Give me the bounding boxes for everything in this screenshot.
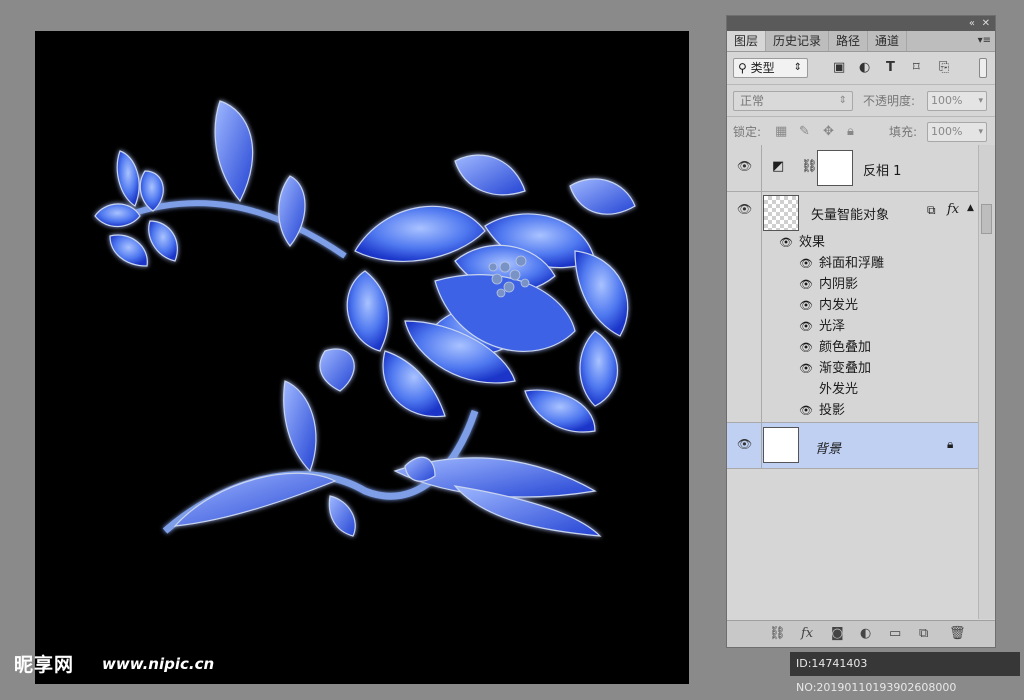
effects-label: 效果 [799,235,826,250]
lock-label: 锁定: [733,125,762,139]
shape-filter-icon[interactable]: ⌑ [913,60,920,76]
layers-list: 👁︎ ◩ ⛓︎ 反相 1 👁︎ 矢量智能对象 ⧉ fx ▲ 👁︎ 效果 👁︎ 斜面和… [727,145,979,619]
layer-name[interactable]: 矢量智能对象 [811,204,889,223]
effect-outer-glow[interactable]: 外发光 [799,379,858,400]
layer-row-background[interactable]: 👁︎ 背景 🔒︎ [727,423,979,469]
link-layers-icon[interactable]: ⛓︎ [769,625,786,643]
effect-name: 外发光 [819,382,859,397]
fx-icon[interactable]: fx [947,202,959,217]
filter-kind-label: 类型 [750,61,775,75]
updown-icon: ⇕ [838,95,847,106]
tab-channels[interactable]: 通道 [868,31,908,51]
effect-color-overlay[interactable]: 👁︎ 颜色叠加 [799,337,871,358]
eye-icon[interactable]: 👁︎ [799,337,819,358]
watermark-url: www.nipic.cn [102,655,215,673]
lock-position-icon[interactable]: ✥ [823,123,834,141]
effect-name: 投影 [819,403,846,418]
layer-name[interactable]: 背景 [815,438,841,457]
updown-icon: ⇕ [793,62,802,73]
adjustment-filter-icon[interactable]: ◐ [859,60,870,76]
link-icon[interactable]: ⛓︎ [801,159,818,174]
opacity-label: 不透明度: [863,94,916,108]
new-layer-icon[interactable]: ⧉ [919,625,928,643]
tab-history[interactable]: 历史记录 [766,31,830,51]
effect-name: 光泽 [819,319,846,334]
lock-paint-icon[interactable]: ✎ [799,123,810,141]
scroll-thumb[interactable] [981,204,992,234]
new-group-icon[interactable]: ▭ [889,625,901,643]
effect-inner-glow[interactable]: 👁︎ 内发光 [799,295,858,316]
smart-object-filter-icon[interactable]: ⎘ [939,60,949,76]
layers-scrollbar[interactable] [978,145,995,619]
layers-panel: « ✕ 图层 历史记录 路径 通道 ▾≡ ⚲ 类型 ⇕ ▣ ◐ T ⌑ ⎘ 正常… [726,15,996,648]
effect-bevel-emboss[interactable]: 👁︎ 斜面和浮雕 [799,253,884,274]
eye-icon[interactable]: 👁︎ [779,232,799,253]
chevron-down-icon: ▾ [978,127,983,137]
layer-filter-row: ⚲ 类型 ⇕ ▣ ◐ T ⌑ ⎘ [727,52,995,85]
effect-name: 颜色叠加 [819,340,872,355]
eye-icon[interactable]: 👁︎ [799,316,819,337]
effect-gradient-overlay[interactable]: 👁︎ 渐变叠加 [799,358,871,379]
collapse-up-icon[interactable]: ▲ [967,203,974,213]
watermark-logo: 昵享网 [14,654,75,676]
fill-label: 填充: [889,125,918,139]
effect-drop-shadow[interactable]: 👁︎ 投影 [799,400,845,421]
blend-row: 正常 ⇕ 不透明度: 100% ▾ [727,85,995,117]
eye-icon[interactable]: 👁︎ [799,295,819,316]
lock-all-icon[interactable]: 🔒︎ [847,123,854,141]
add-style-icon[interactable]: fx [801,625,813,643]
eye-icon[interactable]: 👁︎ [799,400,819,421]
fill-field[interactable]: 100% ▾ [927,122,987,142]
background-thumbnail[interactable] [763,427,799,463]
image-filter-icon[interactable]: ▣ [833,60,845,76]
document-canvas[interactable] [35,31,689,684]
eye-icon[interactable]: 👁︎ [737,437,752,451]
panel-title-bar[interactable]: « ✕ [727,16,995,31]
close-icon[interactable]: ✕ [982,16,990,31]
layer-row-smart-object[interactable]: 👁︎ 矢量智能对象 ⧉ fx ▲ 👁︎ 效果 👁︎ 斜面和浮雕 👁︎ 内阴影 👁︎ 内发… [727,192,979,423]
adjustment-layer-icon: ◩ [772,159,785,174]
opacity-value: 100% [931,94,963,107]
eye-icon[interactable]: 👁︎ [737,202,752,216]
clone-icon: ⧉ [927,203,936,217]
eye-icon[interactable]: 👁︎ [737,159,752,173]
layer-name[interactable]: 反相 1 [863,160,901,179]
opacity-field[interactable]: 100% ▾ [927,91,987,111]
tab-paths[interactable]: 路径 [829,31,869,51]
flower-artwork [94,100,636,537]
blend-mode-select[interactable]: 正常 ⇕ [733,91,853,111]
layer-mask-thumbnail[interactable] [817,150,853,186]
collapse-icon[interactable]: « [969,16,975,31]
eye-icon[interactable]: 👁︎ [799,358,819,379]
type-filter-icon[interactable]: T [886,60,895,76]
filter-toggle[interactable] [979,58,987,78]
effect-name: 内阴影 [819,277,859,292]
lock-icon: 🔒︎ [947,437,954,451]
delete-layer-icon[interactable]: 🗑︎ [949,625,966,643]
lock-row: 锁定: ▦ ✎ ✥ 🔒︎ 填充: 100% ▾ [727,117,995,148]
eye-icon[interactable]: 👁︎ [799,274,819,295]
search-icon: ⚲ [738,61,747,75]
filter-kind-select[interactable]: ⚲ 类型 ⇕ [733,58,808,78]
lock-transparency-icon[interactable]: ▦ [775,123,787,141]
layer-row-invert[interactable]: 👁︎ ◩ ⛓︎ 反相 1 [727,145,979,192]
new-adjustment-icon[interactable]: ◐ [860,625,871,643]
effect-name: 渐变叠加 [819,361,872,376]
watermark-id: ID:14741403 NO:20190110193902608000 [790,652,1020,694]
tab-layers[interactable]: 图层 [727,31,767,51]
effect-name: 斜面和浮雕 [819,256,885,271]
chevron-down-icon: ▾ [978,96,983,106]
effect-inner-shadow[interactable]: 👁︎ 内阴影 [799,274,858,295]
effects-group[interactable]: 👁︎ 效果 [779,232,825,253]
effect-satin[interactable]: 👁︎ 光泽 [799,316,845,337]
add-mask-icon[interactable]: ◙ [831,625,844,643]
layers-bottom-toolbar: ⛓︎ fx ◙ ◐ ▭ ⧉ 🗑︎ [727,620,995,647]
effect-name: 内发光 [819,298,859,313]
smart-object-thumbnail[interactable] [763,195,799,231]
eye-icon[interactable]: 👁︎ [799,253,819,274]
panel-menu-icon[interactable]: ▾≡ [978,31,991,51]
fill-value: 100% [931,125,963,138]
blend-mode-value: 正常 [740,94,765,108]
panel-tabs: 图层 历史记录 路径 通道 ▾≡ [727,31,995,52]
